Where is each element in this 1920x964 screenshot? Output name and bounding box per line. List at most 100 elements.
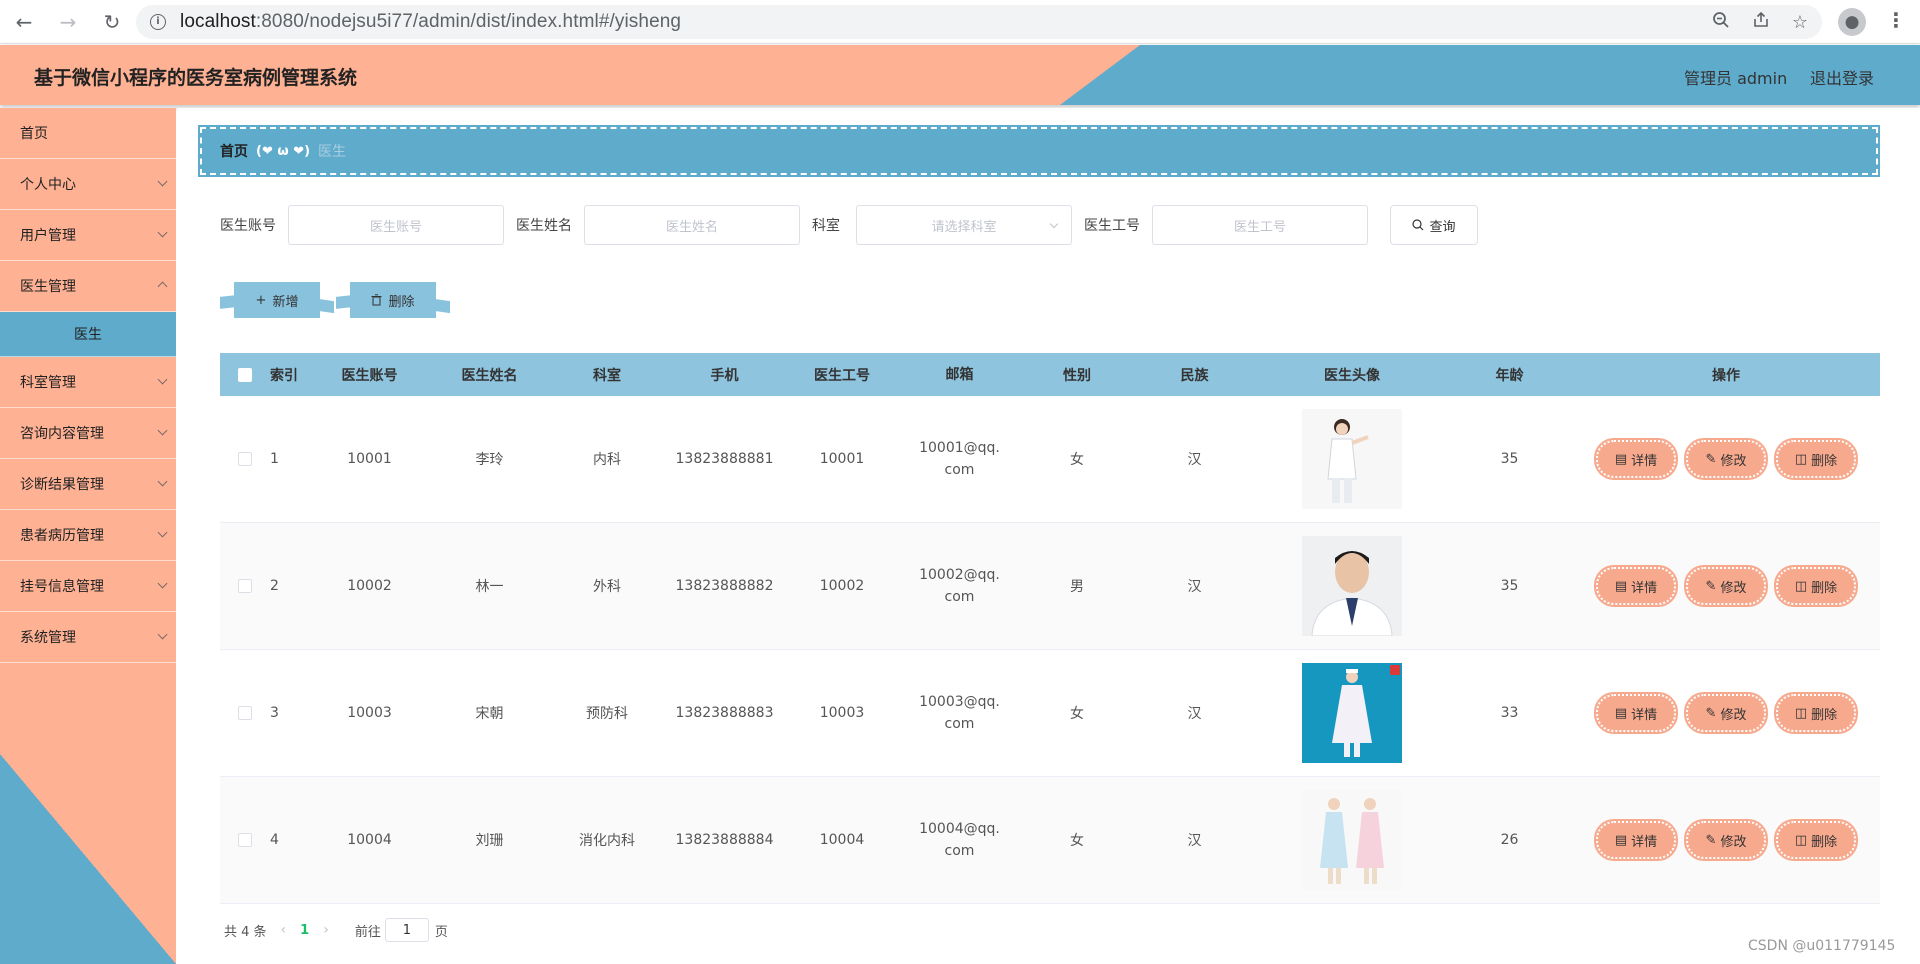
sidebar-item-user-management[interactable]: 用户管理 [0, 210, 176, 261]
query-button[interactable]: 查询 [1390, 205, 1478, 245]
browser-menu-icon[interactable]: ⋮ [1886, 8, 1906, 32]
row-select-cell [220, 833, 270, 847]
delete-button-label: 删除 [1811, 453, 1838, 469]
trash-icon: ◫ [1794, 578, 1808, 594]
edit-button[interactable]: ✎ 修改 [1684, 692, 1768, 734]
detail-button[interactable]: ▤ 详情 [1594, 819, 1678, 861]
row-checkbox[interactable] [238, 706, 252, 720]
back-arrow-icon[interactable]: ← [4, 2, 44, 42]
breadcrumb-home[interactable]: 首页 [220, 141, 248, 161]
sidebar-item-consultation-management[interactable]: 咨询内容管理 [0, 408, 176, 459]
page-number[interactable]: 1 [300, 923, 309, 938]
zoom-icon[interactable] [1712, 11, 1730, 34]
cell-department: 外科 [593, 579, 621, 595]
name-label: 医生姓名 [516, 218, 572, 234]
sidebar-item-registration-management[interactable]: 挂号信息管理 [0, 561, 176, 612]
forward-arrow-icon[interactable]: → [48, 2, 88, 42]
table-row: 4 10004 刘珊 消化内科 13823888884 10004 10004@… [220, 777, 1880, 904]
delete-button-label: 删除 [1811, 580, 1838, 596]
detail-button-label: 详情 [1631, 580, 1658, 596]
cell-ethnicity: 汉 [1187, 579, 1202, 595]
delete-button[interactable]: ◫ 删除 [1774, 692, 1858, 734]
search-form: 医生账号 医生账号 医生姓名 医生姓名 科室 请选择科室 医生工号 医生工号 查… [220, 205, 1478, 245]
account-label: 医生账号 [220, 218, 276, 234]
cell-email: 10002@qq.com [919, 567, 1000, 605]
url-path: :8080/nodejsu5i77/admin/dist/index.html#… [255, 11, 682, 32]
pencil-icon: ✎ [1705, 451, 1717, 467]
cell-operations: ▤ 详情 ✎ 修改 ◫ 删除 [1572, 438, 1880, 480]
edit-button[interactable]: ✎ 修改 [1684, 438, 1768, 480]
sidebar-item-doctor-management[interactable]: 医生管理 [0, 261, 176, 312]
next-page-icon[interactable]: › [323, 922, 329, 938]
cell-index: 3 [270, 705, 279, 721]
site-info-icon[interactable]: i [150, 14, 166, 30]
sidebar-item-department-management[interactable]: 科室管理 [0, 357, 176, 408]
url-text[interactable]: localhost:8080/nodejsu5i77/admin/dist/in… [180, 11, 681, 33]
sidebar-item-label: 医生 [74, 327, 102, 343]
sidebar-item-diagnosis-management[interactable]: 诊断结果管理 [0, 459, 176, 510]
doctor-no-input[interactable]: 医生工号 [1152, 205, 1368, 245]
delete-button[interactable]: ◫ 删除 [1774, 819, 1858, 861]
header-operations: 操作 [1712, 367, 1740, 384]
goto-suffix: 页 [434, 924, 448, 940]
watermark: CSDN @u011779145 [1748, 938, 1896, 954]
delete-button[interactable]: ◫ 删除 [1774, 565, 1858, 607]
address-bar[interactable]: i localhost:8080/nodejsu5i77/admin/dist/… [136, 5, 1822, 39]
prev-page-icon[interactable]: ‹ [281, 922, 287, 938]
edit-button[interactable]: ✎ 修改 [1684, 819, 1768, 861]
sidebar-item-home[interactable]: 首页 [0, 108, 176, 159]
cell-gender: 女 [1070, 706, 1084, 722]
goto-page-input[interactable]: 1 [384, 918, 429, 942]
cell-avatar [1257, 663, 1447, 763]
cell-email: 10004@qq.com [919, 821, 1000, 859]
share-icon[interactable] [1752, 11, 1770, 34]
sidebar-item-label: 科室管理 [20, 375, 76, 391]
name-input[interactable]: 医生姓名 [584, 205, 800, 245]
delete-button[interactable]: ◫ 删除 [1774, 438, 1858, 480]
edit-button[interactable]: ✎ 修改 [1684, 565, 1768, 607]
sidebar-item-label: 个人中心 [20, 177, 76, 193]
sidebar-item-personal-center[interactable]: 个人中心 [0, 159, 176, 210]
pencil-icon: ✎ [1705, 705, 1717, 721]
account-input[interactable]: 医生账号 [288, 205, 504, 245]
detail-button[interactable]: ▤ 详情 [1594, 692, 1678, 734]
row-checkbox[interactable] [238, 452, 252, 466]
batch-delete-button[interactable]: 删除 [350, 282, 436, 318]
header-account: 医生账号 [341, 367, 398, 384]
header-avatar: 医生头像 [1324, 367, 1380, 384]
sidebar-item-system-management[interactable]: 系统管理 [0, 612, 176, 663]
cell-account: 10003 [347, 705, 392, 721]
edit-button-label: 修改 [1720, 834, 1747, 850]
sidebar-item-medical-record-management[interactable]: 患者病历管理 [0, 510, 176, 561]
detail-button[interactable]: ▤ 详情 [1594, 565, 1678, 607]
detail-button[interactable]: ▤ 详情 [1594, 438, 1678, 480]
row-checkbox[interactable] [238, 833, 252, 847]
chevron-down-icon [157, 578, 168, 589]
bookmark-star-icon[interactable]: ☆ [1792, 12, 1808, 33]
trash-icon: ◫ [1794, 705, 1808, 721]
breadcrumb-current: 医生 [318, 144, 347, 160]
current-user: 管理员 admin [1684, 69, 1788, 88]
cell-index: 4 [270, 832, 279, 848]
edit-button-label: 修改 [1720, 707, 1747, 723]
pagination-total: 共 4 条 [224, 924, 267, 940]
cell-operations: ▤ 详情 ✎ 修改 ◫ 删除 [1572, 692, 1880, 734]
cell-name: 李玲 [475, 452, 504, 468]
header-age: 年龄 [1495, 367, 1524, 384]
profile-avatar-icon[interactable]: ● [1838, 8, 1866, 36]
reload-icon[interactable]: ↻ [92, 2, 132, 42]
sidebar-item-label: 患者病历管理 [20, 528, 104, 544]
doctor-table: 索引 医生账号 医生姓名 科室 手机 医生工号 邮箱 性别 民族 医生头像 年龄… [220, 353, 1880, 904]
cell-doctor-no: 10003 [819, 705, 865, 721]
department-select-placeholder: 请选择科室 [931, 219, 997, 235]
department-select[interactable]: 请选择科室 [856, 205, 1072, 245]
row-checkbox[interactable] [238, 579, 252, 593]
header-email: 邮箱 [945, 366, 974, 383]
select-all-checkbox[interactable] [238, 367, 252, 382]
sidebar-subitem-doctor[interactable]: 医生 [0, 312, 176, 357]
add-button[interactable]: + 新增 [234, 282, 320, 318]
header-department: 科室 [593, 367, 621, 384]
logout-link[interactable]: 退出登录 [1810, 65, 1874, 89]
trash-icon: ◫ [1794, 832, 1808, 848]
cell-doctor-no: 10002 [819, 578, 865, 594]
